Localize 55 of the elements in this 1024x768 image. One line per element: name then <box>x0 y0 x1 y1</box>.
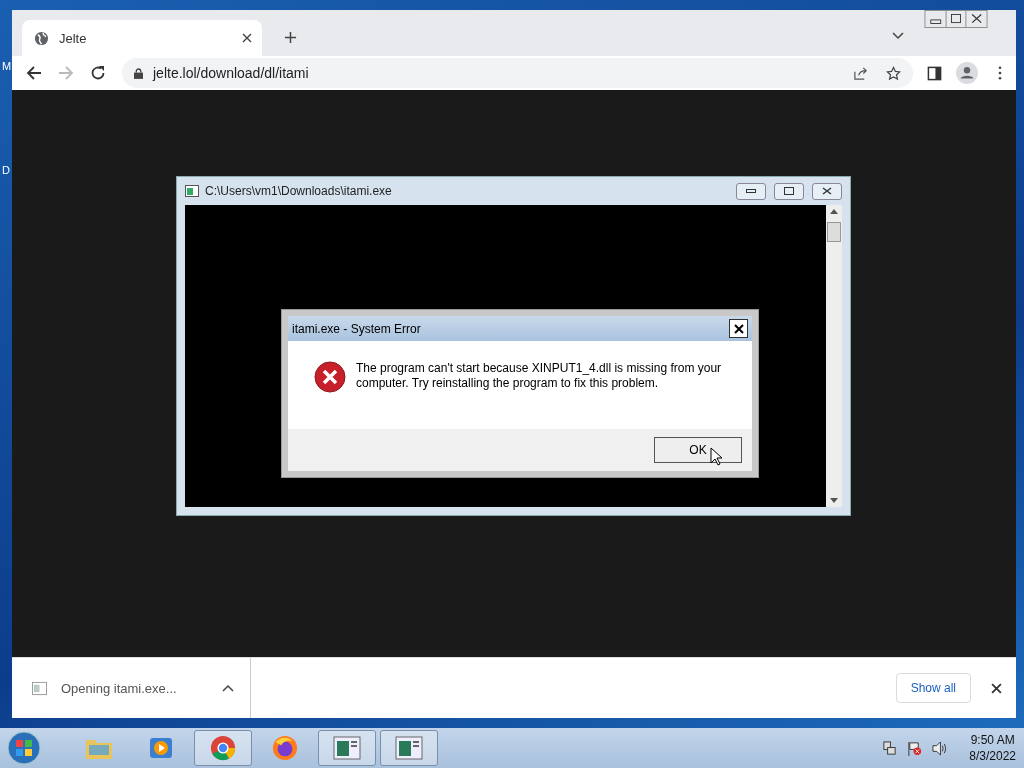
address-bar[interactable]: jelte.lol/download/dl/itami <box>122 58 913 88</box>
taskbar-button[interactable] <box>194 730 252 766</box>
menu-icon[interactable] <box>998 66 1002 80</box>
close-icon[interactable] <box>991 682 1002 694</box>
file-icon <box>32 680 47 696</box>
play-icon <box>147 735 175 761</box>
network-icon[interactable] <box>882 740 898 756</box>
star-icon[interactable] <box>886 65 901 81</box>
desktop-label: D <box>2 164 10 176</box>
error-icon <box>314 361 346 393</box>
fox-globe-icon <box>271 735 299 761</box>
console-icon <box>185 185 199 197</box>
download-item[interactable]: Opening itami.exe... <box>32 658 251 718</box>
scrollbar[interactable] <box>826 205 842 507</box>
clock[interactable]: 9:50 AM 8/3/2022 <box>969 733 1016 763</box>
chevron-down-icon[interactable] <box>892 32 904 40</box>
back-arrow-icon[interactable] <box>26 65 42 81</box>
error-message: The program can't start because XINPUT1_4.dll is missing from your computer. Try reinstalling the program to fix this problem. <box>356 361 723 392</box>
desktop-label: M <box>2 60 12 72</box>
console-icon <box>395 735 423 761</box>
globe-icon <box>34 30 49 46</box>
ok-button[interactable]: OK <box>654 437 742 463</box>
show-all-button[interactable]: Show all <box>895 673 971 703</box>
maximize-icon <box>784 187 794 195</box>
reload-icon[interactable] <box>90 65 106 81</box>
profile-avatar-icon[interactable] <box>956 62 978 84</box>
time-text: 9:50 AM <box>970 733 1015 747</box>
close-icon <box>733 323 744 334</box>
minimize-button[interactable] <box>736 182 766 200</box>
maximize-button[interactable] <box>774 182 804 200</box>
taskbar-button[interactable] <box>380 730 438 766</box>
side-panel-icon[interactable] <box>927 65 942 81</box>
chevron-up-icon[interactable] <box>222 684 234 692</box>
close-icon[interactable] <box>242 33 252 43</box>
dialog-title: itami.exe - System Error <box>292 321 421 336</box>
close-button[interactable] <box>812 182 842 200</box>
close-button[interactable] <box>729 319 748 338</box>
date-text: 8/3/2022 <box>969 749 1016 763</box>
mouse-cursor-icon <box>710 447 722 466</box>
start-button[interactable] <box>6 730 42 766</box>
console-icon <box>333 735 361 761</box>
browser-logo-icon <box>209 735 237 761</box>
minimize-icon <box>746 189 756 193</box>
browser-tab[interactable]: Jelte <box>22 20 262 56</box>
taskbar-button[interactable] <box>318 730 376 766</box>
scrollbar-thumb[interactable] <box>827 222 841 242</box>
flag-icon[interactable] <box>907 740 923 756</box>
speaker-icon[interactable] <box>932 740 948 756</box>
window-title: C:\Users\vm1\Downloads\itami.exe <box>205 184 392 198</box>
close-icon <box>822 187 832 195</box>
share-icon[interactable] <box>853 65 868 81</box>
scroll-up-icon[interactable] <box>830 209 838 214</box>
scroll-down-icon[interactable] <box>830 498 838 503</box>
lock-icon <box>134 67 143 79</box>
new-tab-icon[interactable] <box>284 31 297 44</box>
